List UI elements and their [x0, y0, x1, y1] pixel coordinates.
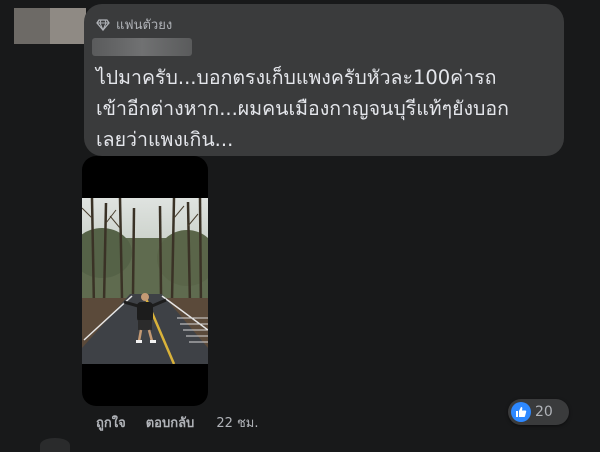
commenter-name-blurred[interactable] [92, 38, 192, 56]
comment-text: ไปมาครับ...บอกตรงเก็บแพงครับหัวละ100ค่าร… [96, 66, 509, 151]
avatar-blur-block [50, 8, 86, 44]
comment-bubble: แฟนตัวยง ไปมาครับ...บอกตรงเก็บแพงครับหัว… [84, 4, 564, 156]
like-link[interactable]: ถูกใจ [96, 412, 126, 433]
diamond-icon [96, 18, 110, 31]
avatar-blur-block [14, 8, 50, 44]
like-icon [511, 402, 531, 422]
comment-timestamp[interactable]: 22 ชม. [216, 412, 258, 433]
comment-actions: ถูกใจ ตอบกลับ 22 ชม. [96, 412, 259, 433]
badge-label: แฟนตัวยง [116, 18, 173, 33]
photo-forest-road [82, 198, 208, 364]
reaction-summary[interactable]: 20 [508, 399, 569, 425]
reply-link[interactable]: ตอบกลับ [146, 412, 195, 433]
top-fan-badge[interactable]: แฟนตัวยง [96, 14, 172, 35]
comment-photo[interactable] [82, 156, 208, 406]
reaction-count: 20 [535, 404, 553, 420]
next-comment-avatar[interactable] [40, 438, 70, 452]
commenter-avatar-blurred[interactable] [14, 8, 86, 44]
